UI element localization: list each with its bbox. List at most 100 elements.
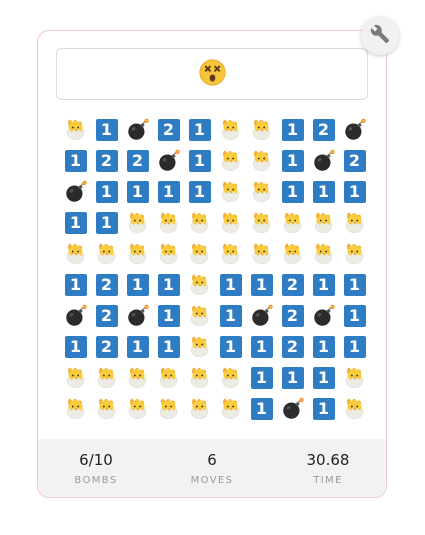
number-cell[interactable]: 1 [277, 362, 308, 393]
number-cell[interactable]: 1 [153, 300, 184, 331]
chick-cell[interactable] [184, 238, 215, 269]
chick-cell[interactable] [339, 207, 370, 238]
status-face-button[interactable] [56, 48, 368, 100]
number-cell[interactable]: 1 [184, 145, 215, 176]
chick-cell[interactable] [246, 176, 277, 207]
number-cell[interactable]: 1 [122, 176, 153, 207]
number-cell[interactable]: 1 [308, 362, 339, 393]
number-cell[interactable]: 1 [60, 207, 91, 238]
number-cell[interactable]: 1 [60, 331, 91, 362]
chick-cell[interactable] [184, 207, 215, 238]
settings-button[interactable] [361, 17, 399, 55]
number-cell[interactable]: 1 [153, 331, 184, 362]
chick-cell[interactable] [153, 238, 184, 269]
bomb-cell[interactable] [277, 393, 308, 424]
number-cell[interactable]: 2 [339, 145, 370, 176]
chick-cell[interactable] [91, 238, 122, 269]
number-cell[interactable]: 1 [215, 331, 246, 362]
chick-cell[interactable] [184, 269, 215, 300]
number-cell[interactable]: 1 [246, 331, 277, 362]
chick-cell[interactable] [122, 207, 153, 238]
number-cell[interactable]: 2 [91, 331, 122, 362]
chick-cell[interactable] [122, 238, 153, 269]
chick-cell[interactable] [60, 114, 91, 145]
chick-cell[interactable] [308, 207, 339, 238]
number-cell[interactable]: 1 [91, 176, 122, 207]
chick-cell[interactable] [184, 393, 215, 424]
number-cell[interactable]: 1 [153, 269, 184, 300]
chick-cell[interactable] [153, 362, 184, 393]
chick-cell[interactable] [153, 207, 184, 238]
number-cell[interactable]: 1 [339, 300, 370, 331]
chick-cell[interactable] [184, 331, 215, 362]
chick-cell[interactable] [215, 238, 246, 269]
number-cell[interactable]: 1 [215, 269, 246, 300]
chick-cell[interactable] [339, 362, 370, 393]
number-cell[interactable]: 2 [308, 114, 339, 145]
chick-cell[interactable] [215, 362, 246, 393]
chick-cell[interactable] [339, 238, 370, 269]
bomb-cell[interactable] [122, 300, 153, 331]
number-cell[interactable]: 2 [91, 145, 122, 176]
number-cell[interactable]: 1 [308, 176, 339, 207]
number-cell[interactable]: 1 [308, 393, 339, 424]
number-cell[interactable]: 1 [308, 331, 339, 362]
chick-cell[interactable] [246, 238, 277, 269]
bomb-cell[interactable] [308, 300, 339, 331]
number-cell[interactable]: 1 [215, 300, 246, 331]
chick-cell[interactable] [91, 362, 122, 393]
chick-cell[interactable] [60, 238, 91, 269]
chick-cell[interactable] [246, 114, 277, 145]
number-cell[interactable]: 1 [339, 331, 370, 362]
number-cell[interactable]: 1 [277, 114, 308, 145]
number-cell[interactable]: 1 [60, 145, 91, 176]
chick-cell[interactable] [308, 238, 339, 269]
chick-cell[interactable] [60, 393, 91, 424]
chick-cell[interactable] [60, 362, 91, 393]
chick-cell[interactable] [277, 238, 308, 269]
bomb-cell[interactable] [308, 145, 339, 176]
chick-cell[interactable] [91, 393, 122, 424]
chick-cell[interactable] [215, 207, 246, 238]
number-cell[interactable]: 1 [122, 269, 153, 300]
number-cell[interactable]: 2 [277, 269, 308, 300]
chick-cell[interactable] [184, 362, 215, 393]
bomb-cell[interactable] [60, 300, 91, 331]
chick-cell[interactable] [339, 393, 370, 424]
number-cell[interactable]: 2 [277, 331, 308, 362]
number-cell[interactable]: 1 [60, 269, 91, 300]
number-cell[interactable]: 1 [91, 114, 122, 145]
chick-cell[interactable] [153, 393, 184, 424]
chick-cell[interactable] [215, 393, 246, 424]
number-cell[interactable]: 1 [122, 331, 153, 362]
bomb-cell[interactable] [60, 176, 91, 207]
number-cell[interactable]: 1 [184, 176, 215, 207]
chick-cell[interactable] [246, 145, 277, 176]
number-cell[interactable]: 2 [277, 300, 308, 331]
chick-cell[interactable] [122, 393, 153, 424]
chick-cell[interactable] [122, 362, 153, 393]
chick-cell[interactable] [215, 114, 246, 145]
number-cell[interactable]: 2 [91, 300, 122, 331]
number-cell[interactable]: 1 [277, 176, 308, 207]
chick-cell[interactable] [184, 300, 215, 331]
number-cell[interactable]: 1 [308, 269, 339, 300]
bomb-cell[interactable] [122, 114, 153, 145]
number-cell[interactable]: 1 [184, 114, 215, 145]
bomb-cell[interactable] [153, 145, 184, 176]
chick-cell[interactable] [277, 207, 308, 238]
bomb-cell[interactable] [339, 114, 370, 145]
number-cell[interactable]: 1 [339, 176, 370, 207]
number-cell[interactable]: 1 [339, 269, 370, 300]
number-cell[interactable]: 2 [153, 114, 184, 145]
number-cell[interactable]: 2 [122, 145, 153, 176]
number-cell[interactable]: 2 [91, 269, 122, 300]
number-cell[interactable]: 1 [246, 393, 277, 424]
number-cell[interactable]: 1 [246, 269, 277, 300]
number-cell[interactable]: 1 [277, 145, 308, 176]
number-cell[interactable]: 1 [153, 176, 184, 207]
number-cell[interactable]: 1 [91, 207, 122, 238]
chick-cell[interactable] [215, 176, 246, 207]
bomb-cell[interactable] [246, 300, 277, 331]
chick-cell[interactable] [215, 145, 246, 176]
